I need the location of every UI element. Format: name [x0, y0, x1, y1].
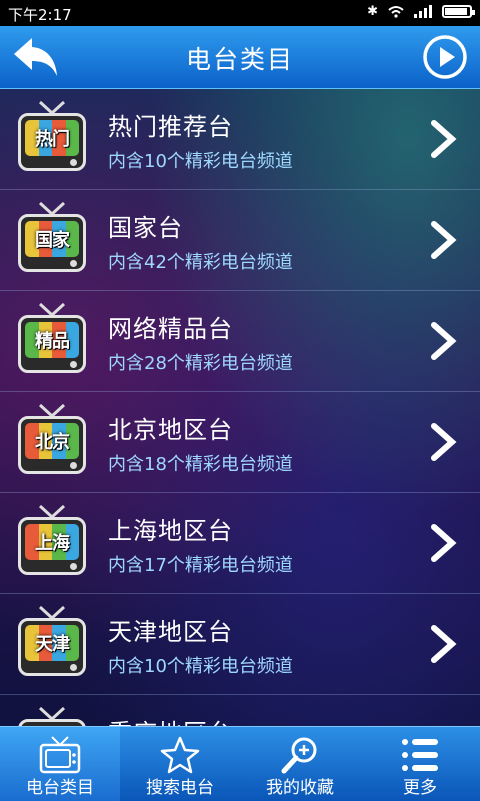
badge-label: 天津	[35, 634, 70, 655]
category-row-boutique[interactable]: 精品 网络精品台 内含28个精彩电台频道	[0, 291, 480, 392]
chevron-right-icon	[431, 524, 457, 562]
list-menu-icon	[402, 739, 438, 771]
chevron-right-icon	[431, 120, 457, 158]
category-name: 天津地区台	[108, 618, 233, 646]
category-name: 重庆地区台	[108, 713, 233, 726]
chevron-right-icon	[431, 625, 457, 663]
tab-label: 搜索电台	[146, 778, 214, 798]
badge-label: 上海	[35, 533, 70, 554]
play-icon[interactable]	[422, 34, 468, 80]
category-name: 上海地区台	[108, 517, 233, 545]
category-desc: 内含17个精彩电台频道	[108, 555, 293, 576]
tv-badge-icon: 上海	[18, 505, 86, 579]
category-row-tianjin[interactable]: 天津 天津地区台 内含10个精彩电台频道	[0, 594, 480, 695]
page-title: 电台类目	[185, 45, 294, 74]
star-icon	[160, 736, 200, 774]
category-row-beijing[interactable]: 北京 北京地区台 内含18个精彩电台频道	[0, 392, 480, 493]
category-desc: 内含10个精彩电台频道	[108, 151, 293, 172]
status-bar: 下午2:17 ✱	[0, 0, 480, 26]
status-time: 下午2:17	[8, 6, 72, 24]
bluetooth-icon: ✱	[367, 4, 378, 19]
category-row-national[interactable]: 国家 国家台 内含42个精彩电台频道	[0, 190, 480, 291]
signal-icon	[414, 5, 432, 18]
header-bar: 电台类目	[0, 26, 480, 89]
tv-icon	[39, 736, 81, 774]
magnifier-plus-icon	[281, 737, 317, 774]
category-name: 国家台	[108, 214, 183, 242]
category-desc: 内含42个精彩电台频道	[108, 252, 293, 273]
category-desc: 内含18个精彩电台频道	[108, 454, 293, 475]
battery-icon	[442, 5, 475, 18]
tv-badge-icon: 北京	[18, 404, 86, 478]
tab-categories[interactable]: 电台类目	[0, 727, 120, 801]
badge-label: 北京	[35, 432, 70, 453]
tv-badge-icon: 精品	[18, 303, 86, 377]
badge-label: 热门	[35, 129, 70, 150]
chevron-right-icon	[431, 423, 457, 461]
category-row-shanghai[interactable]: 上海 上海地区台 内含17个精彩电台频道	[0, 493, 480, 594]
category-name: 北京地区台	[108, 416, 233, 444]
tab-label: 我的收藏	[266, 778, 334, 798]
category-row-hot[interactable]: 热门 热门推荐台 内含10个精彩电台频道	[0, 89, 480, 190]
tab-label: 更多	[403, 778, 437, 798]
chevron-right-icon	[431, 322, 457, 360]
category-list[interactable]: 热门 热门推荐台 内含10个精彩电台频道 国家 国家台 内含42个精彩电台频道 …	[0, 89, 480, 726]
tv-badge-icon: 国家	[18, 202, 86, 276]
tv-badge-icon: 天津	[18, 606, 86, 680]
tab-more[interactable]: 更多	[360, 727, 480, 801]
tab-search-station[interactable]: 搜索电台	[120, 727, 240, 801]
category-row-chongqing[interactable]: 重庆地区台	[0, 695, 480, 726]
tv-badge-icon	[18, 707, 86, 726]
category-name: 热门推荐台	[108, 113, 233, 141]
bottom-tab-bar: 电台类目 搜索电台 我的收藏 更多	[0, 726, 480, 801]
tab-label: 电台类目	[26, 778, 94, 798]
category-desc: 内含10个精彩电台频道	[108, 656, 293, 677]
category-name: 网络精品台	[108, 315, 233, 343]
tv-badge-icon: 热门	[18, 101, 86, 175]
wifi-icon	[388, 6, 404, 18]
badge-label: 精品	[35, 331, 70, 352]
category-desc: 内含28个精彩电台频道	[108, 353, 293, 374]
chevron-right-icon	[431, 221, 457, 259]
tab-my-favorites[interactable]: 我的收藏	[240, 727, 360, 801]
status-icons: ✱	[367, 4, 475, 19]
badge-label: 国家	[35, 230, 70, 251]
